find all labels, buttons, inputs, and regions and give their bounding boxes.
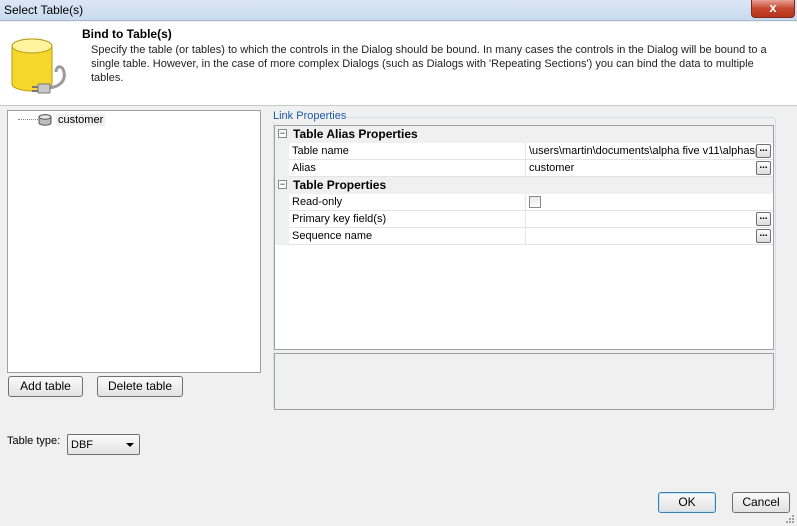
property-description-panel [274,353,774,410]
column-separator [525,228,526,245]
edit-alias-button[interactable]: ... [756,161,771,175]
link-properties-label: Link Properties [272,110,348,122]
property-row-table-name[interactable]: Table name \users\martin\documents\alpha… [275,143,773,160]
collapse-icon[interactable]: − [278,129,287,138]
add-table-button[interactable]: Add table [8,376,83,397]
row-gutter [275,160,289,177]
category-label: Table Alias Properties [293,127,418,141]
collapse-icon[interactable]: − [278,180,287,189]
tree-connector [18,119,38,120]
property-value-alias[interactable]: customer [529,162,757,174]
table-icon [38,114,52,126]
table-type-label: Table type: [7,435,61,447]
browse-primary-key-button[interactable]: ... [756,212,771,226]
property-row-primary-key[interactable]: Primary key field(s) ... [275,211,773,228]
row-gutter [275,228,289,245]
header-description: Specify the table (or tables) to which t… [91,44,767,84]
category-table-alias-properties[interactable]: − Table Alias Properties [275,126,773,143]
column-separator [525,211,526,228]
property-name: Primary key field(s) [292,213,387,225]
title-bar: Select Table(s) x [0,0,797,21]
window-title: Select Table(s) [4,3,84,17]
ok-button[interactable]: OK [658,492,716,513]
property-name: Table name [292,145,349,157]
property-name: Alias [292,162,316,174]
property-value-table-name[interactable]: \users\martin\documents\alpha five v11\a… [529,145,757,157]
chevron-down-icon [126,443,134,447]
header-heading: Bind to Table(s) [82,27,172,41]
database-plug-icon [11,38,66,94]
row-gutter [275,143,289,160]
tree-item-customer[interactable]: customer [38,112,106,128]
property-name: Sequence name [292,230,373,242]
table-type-value: DBF [71,439,93,451]
category-table-properties[interactable]: − Table Properties [275,177,773,194]
column-separator [525,194,526,211]
read-only-checkbox[interactable] [529,196,541,208]
column-separator [525,160,526,177]
row-gutter [275,194,289,211]
delete-table-button[interactable]: Delete table [97,376,183,397]
close-icon: x [769,0,777,15]
browse-sequence-name-button[interactable]: ... [756,229,771,243]
column-separator [525,143,526,160]
table-tree[interactable]: customer [7,110,261,373]
category-label: Table Properties [293,178,387,192]
property-grid[interactable]: − Table Alias Properties Table name \use… [274,125,774,350]
close-button[interactable]: x [751,0,795,18]
resize-grip-icon[interactable] [785,514,795,524]
cancel-button[interactable]: Cancel [732,492,790,513]
row-gutter [275,211,289,228]
property-name: Read-only [292,196,343,208]
browse-table-name-button[interactable]: ... [756,144,771,158]
tree-item-label: customer [56,114,106,126]
dialog-header: Bind to Table(s) Specify the table (or t… [0,22,797,106]
property-row-sequence-name[interactable]: Sequence name ... [275,228,773,245]
table-type-select[interactable]: DBF [67,434,140,455]
property-row-read-only[interactable]: Read-only [275,194,773,211]
property-row-alias[interactable]: Alias customer ... [275,160,773,177]
